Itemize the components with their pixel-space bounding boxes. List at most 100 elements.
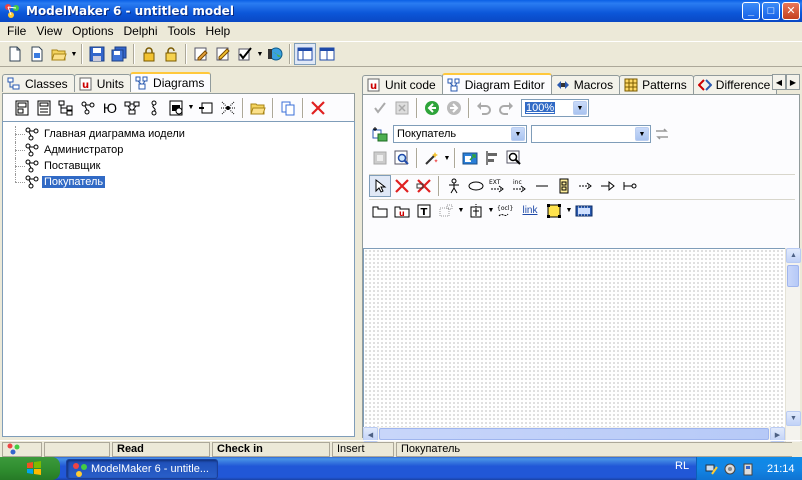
check-button[interactable] (234, 43, 256, 65)
menu-tools[interactable]: Tools (163, 24, 201, 38)
element-select[interactable]: ▼ (531, 125, 651, 143)
frame-dropdown-icon[interactable]: ▼ (457, 207, 465, 214)
edit-button[interactable] (190, 43, 212, 65)
element-select-dropdown-icon[interactable]: ▼ (635, 127, 649, 141)
scroll-up-button[interactable]: ▲ (786, 248, 801, 263)
wizard-dropdown-icon[interactable]: ▼ (443, 155, 451, 162)
save-button[interactable] (86, 43, 108, 65)
hierarchy-diagram-button[interactable] (55, 97, 77, 119)
minimize-button[interactable]: _ (742, 2, 760, 20)
includes-tool-button[interactable]: inc (509, 175, 531, 197)
tab-classes[interactable]: Classes (2, 74, 75, 92)
mind-map-button[interactable] (217, 97, 239, 119)
align-button[interactable] (481, 147, 503, 169)
dependency-tool-button[interactable] (575, 175, 597, 197)
check-dropdown-icon[interactable]: ▼ (256, 51, 264, 58)
association-tool-button[interactable] (531, 175, 553, 197)
tree-item[interactable]: Главная диаграмма иодели (11, 126, 187, 142)
find-in-diagram-button[interactable] (391, 147, 413, 169)
maximize-button[interactable]: □ (762, 2, 780, 20)
new-from-template-button[interactable] (26, 43, 48, 65)
forward-button[interactable] (443, 97, 465, 119)
new-model-button[interactable] (4, 43, 26, 65)
vertical-scroll-thumb[interactable] (787, 265, 799, 287)
film-strip-tool-button[interactable] (573, 200, 595, 222)
sequence-diagram-button[interactable]: Ю (99, 97, 121, 119)
generalization-tool-button[interactable] (597, 175, 619, 197)
deploy-button[interactable] (264, 43, 286, 65)
text-tool-button[interactable]: T (413, 200, 435, 222)
wizard-button[interactable] (421, 147, 443, 169)
apply-button[interactable] (369, 97, 391, 119)
state-diagram-button[interactable] (143, 97, 165, 119)
edit-notes-button[interactable] (212, 43, 234, 65)
diagram-properties-button[interactable] (369, 123, 391, 145)
layout-split-button[interactable] (316, 43, 338, 65)
use-case-diagram-button[interactable] (77, 97, 99, 119)
system-boundary-tool-button[interactable] (553, 175, 575, 197)
ocl-constraint-tool-button[interactable]: {ocl} (495, 200, 517, 222)
deployment-diagram-button[interactable] (195, 97, 217, 119)
diagram-select[interactable]: Покупатель ▼ (393, 125, 527, 143)
collaboration-diagram-button[interactable] (121, 97, 143, 119)
diagram-canvas[interactable] (363, 248, 789, 442)
canvas-vertical-scrollbar[interactable]: ▲ ▼ (785, 248, 801, 442)
undo-button[interactable] (473, 97, 495, 119)
tab-scroll-left-button[interactable]: ◀ (772, 74, 786, 90)
lock-button[interactable] (138, 43, 160, 65)
tab-diagrams[interactable]: Diagrams (130, 72, 212, 92)
back-button[interactable] (421, 97, 443, 119)
taskbar-modelmaker-button[interactable]: ModelMaker 6 - untitle... (66, 459, 218, 479)
cancel-button[interactable] (391, 97, 413, 119)
hyperlink-tool-button[interactable]: link (517, 200, 543, 222)
close-button[interactable]: ✕ (782, 2, 800, 20)
tab-unit-code[interactable]: u Unit code (362, 75, 443, 94)
sync-button[interactable] (651, 123, 673, 145)
app-icon[interactable] (4, 3, 20, 19)
use-case-tool-button[interactable] (465, 175, 487, 197)
layout-single-button[interactable] (294, 43, 316, 65)
interface-link-tool-button[interactable] (619, 175, 641, 197)
menu-view[interactable]: View (31, 24, 67, 38)
tab-scroll-right-button[interactable]: ▶ (786, 74, 800, 90)
navigate-button[interactable] (459, 147, 481, 169)
delete-diagram-button[interactable] (307, 97, 329, 119)
tree-item[interactable]: Администратор (11, 142, 187, 158)
language-indicator[interactable]: RL (675, 460, 689, 472)
extends-tool-button[interactable]: EXT (487, 175, 509, 197)
zoom-dropdown-icon[interactable]: ▼ (573, 101, 587, 115)
delete-linked-tool-button[interactable] (413, 175, 435, 197)
anchor-tool-button[interactable] (465, 200, 487, 222)
tree-item-selected[interactable]: Покупатель (11, 174, 187, 190)
activity-diagram-button[interactable] (165, 97, 187, 119)
diagram-type-dropdown-icon[interactable]: ▼ (187, 104, 195, 111)
tree-item[interactable]: Поставщик (11, 158, 187, 174)
open-diagram-button[interactable] (247, 97, 269, 119)
menu-options[interactable]: Options (67, 24, 118, 38)
menu-delphi[interactable]: Delphi (119, 24, 163, 38)
zoom-to-fit-button[interactable] (503, 147, 525, 169)
security-tray-icon[interactable] (741, 462, 755, 476)
copy-diagram-button[interactable] (277, 97, 299, 119)
zoom-select[interactable]: 100% ▼ (521, 99, 589, 117)
tab-difference[interactable]: Difference (692, 75, 778, 94)
open-dropdown-icon[interactable]: ▼ (70, 51, 78, 58)
diagram-select-dropdown-icon[interactable]: ▼ (511, 127, 525, 141)
delete-tool-button[interactable] (391, 175, 413, 197)
frame-tool-button[interactable] (435, 200, 457, 222)
tab-diagram-editor[interactable]: Diagram Editor (441, 73, 552, 94)
tab-macros[interactable]: Macros (550, 75, 621, 94)
title-bar[interactable]: ModelMaker 6 - untitled model _ □ ✕ (0, 0, 802, 22)
horizontal-scroll-thumb[interactable] (379, 428, 769, 440)
actor-tool-button[interactable] (443, 175, 465, 197)
start-button[interactable] (0, 457, 60, 480)
image-tool-button[interactable] (543, 200, 565, 222)
image-dropdown-icon[interactable]: ▼ (565, 207, 573, 214)
anchor-dropdown-icon[interactable]: ▼ (487, 207, 495, 214)
unit-tool-button[interactable]: u (391, 200, 413, 222)
package-tool-button[interactable] (369, 200, 391, 222)
diagram-tree[interactable]: Главная диаграмма иодели Администратор П… (2, 121, 355, 437)
select-tool-button[interactable] (369, 174, 391, 197)
menu-help[interactable]: Help (201, 24, 236, 38)
class-diagram-button[interactable] (11, 97, 33, 119)
